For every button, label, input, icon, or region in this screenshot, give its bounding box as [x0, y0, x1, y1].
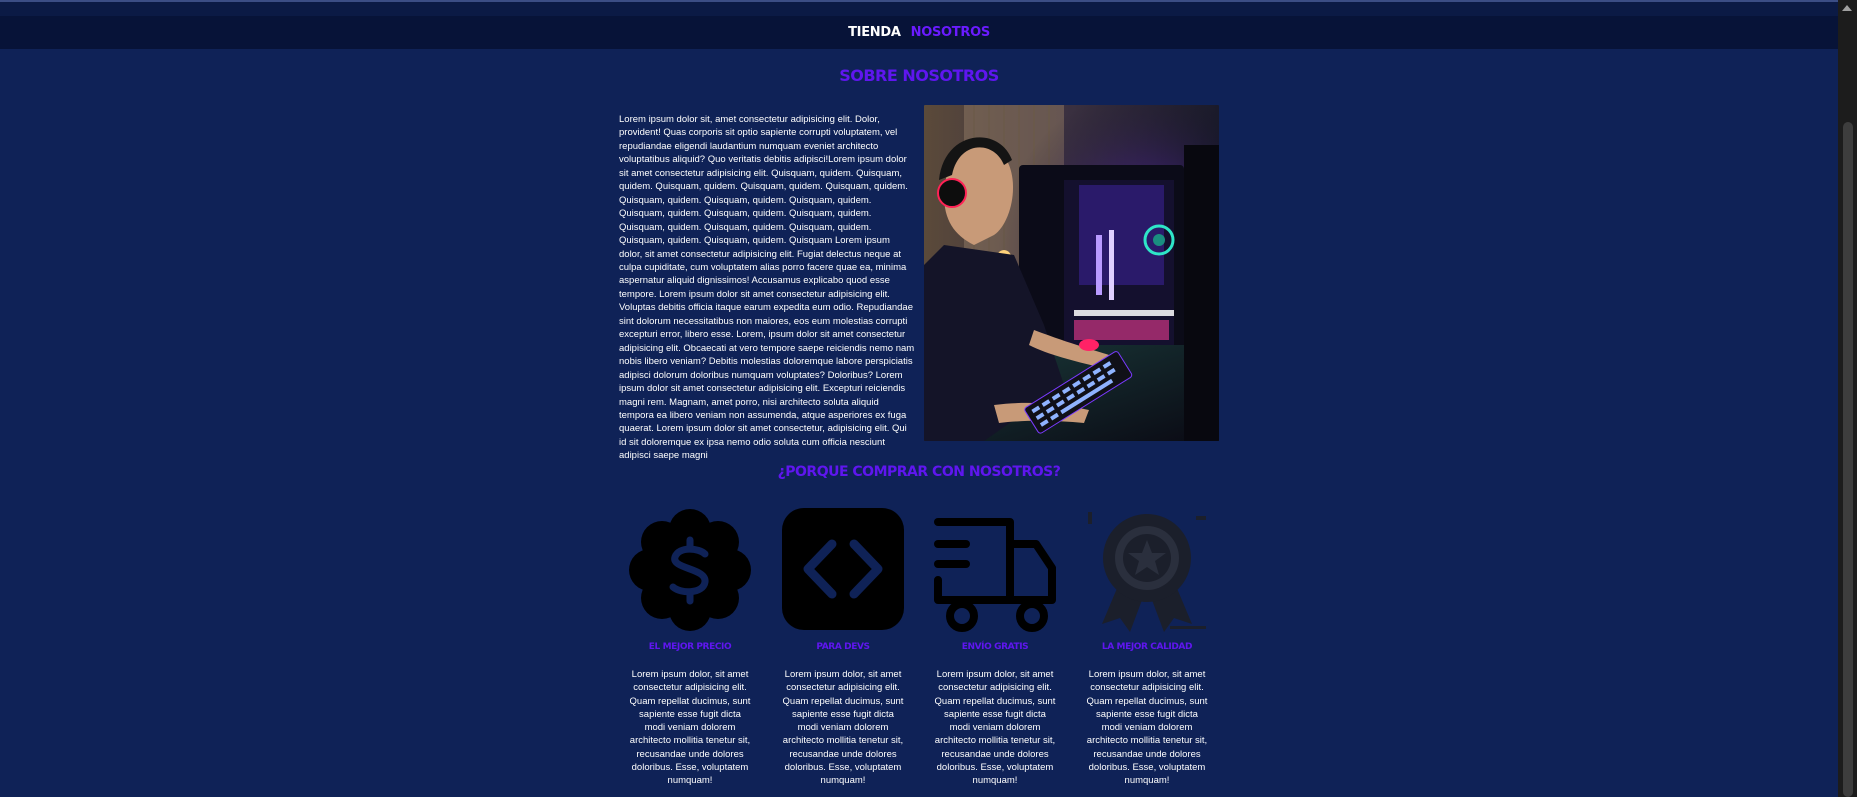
feature-title: EL MEJOR PRECIO — [648, 642, 732, 652]
feature-best-price: EL MEJOR PRECIO Lorem ipsum dolor, sit a… — [627, 508, 753, 788]
feature-title: ENVÍO GRATIS — [961, 642, 1029, 652]
feature-description: Lorem ipsum dolor, sit amet consectetur … — [1086, 669, 1208, 787]
code-icon — [782, 508, 904, 630]
gamer-photo-illustration — [924, 105, 1219, 441]
navbar: TIENDA NOSOTROS — [0, 2, 1838, 49]
feature-title: PARA DEVS — [816, 642, 870, 652]
why-title: ¿PORQUE COMPRAR CON NOSOTROS? — [777, 464, 1061, 480]
feature-description: Lorem ipsum dolor, sit amet consectetur … — [934, 669, 1056, 787]
feature-description: Lorem ipsum dolor, sit amet consectetur … — [782, 669, 904, 787]
nav-link-nosotros[interactable]: NOSOTROS — [911, 25, 991, 40]
scroll-up-arrow-icon[interactable] — [1842, 5, 1852, 11]
nav-link-tienda[interactable]: TIENDA — [848, 25, 901, 40]
feature-free-shipping: ENVÍO GRATIS Lorem ipsum dolor, sit amet… — [932, 508, 1058, 788]
scrollbar-thumb[interactable] — [1843, 122, 1853, 797]
quality-medal-icon — [1088, 512, 1206, 632]
feature-description: Lorem ipsum dolor, sit amet consectetur … — [629, 669, 751, 787]
vertical-scrollbar[interactable] — [1838, 0, 1857, 797]
delivery-truck-icon — [934, 518, 1056, 632]
feature-title: LA MEJOR CALIDAD — [1101, 642, 1193, 652]
about-paragraph: Lorem ipsum dolor sit, amet consectetur … — [619, 114, 915, 462]
about-title: SOBRE NOSOTROS — [839, 66, 999, 85]
feature-for-devs: PARA DEVS Lorem ipsum dolor, sit amet co… — [780, 508, 906, 788]
gamer-photo — [924, 105, 1219, 441]
dollar-badge-icon — [629, 509, 751, 631]
feature-best-quality: LA MEJOR CALIDAD Lorem ipsum dolor, sit … — [1084, 508, 1210, 788]
